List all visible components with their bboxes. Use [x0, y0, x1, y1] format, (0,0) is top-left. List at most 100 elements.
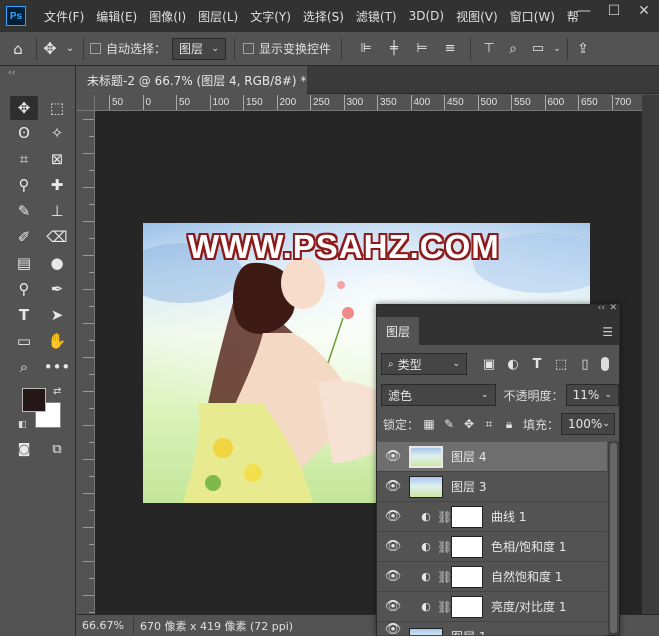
minimize-button[interactable]: — [569, 0, 599, 22]
menu-type[interactable]: 文字(Y) [244, 8, 297, 25]
menu-window[interactable]: 窗口(W) [504, 8, 561, 25]
auto-select-checkbox[interactable]: 自动选择： [90, 40, 166, 57]
layer-name[interactable]: 图层 3 [451, 478, 486, 495]
search-icon[interactable]: ⌕ [501, 41, 525, 57]
menu-edit[interactable]: 编辑(E) [90, 8, 143, 25]
eye-icon[interactable]: 👁︎ [377, 539, 409, 554]
ruler-origin[interactable] [77, 95, 95, 111]
eye-icon[interactable]: 👁︎ [377, 449, 409, 464]
align-left-icon[interactable]: ⊫ [352, 41, 380, 56]
align-right-icon[interactable]: ⊨ [408, 41, 436, 56]
menu-3d[interactable]: 3D(D) [403, 9, 450, 23]
layer-name[interactable]: 自然饱和度 1 [491, 568, 562, 585]
layer-name[interactable]: 色相/饱和度 1 [491, 538, 567, 555]
layer-name[interactable]: 图层 4 [451, 448, 486, 465]
blur-tool-icon[interactable]: ● [43, 251, 71, 275]
quick-mask-icon[interactable]: ◙ [10, 437, 38, 461]
link-icon[interactable]: ⛓︎ [437, 570, 452, 584]
swap-colors-icon[interactable]: ⇄ [53, 386, 61, 397]
horizontal-ruler[interactable]: 50 0 50 100 150 200 250 300 350 400 450 500 550 600 65… [95, 95, 642, 111]
layer-row[interactable]: 👁︎ 图层 3 [377, 472, 607, 502]
document-size[interactable]: 670 像素 x 419 像素 (72 ppi) [133, 617, 293, 634]
link-icon[interactable]: ⛓︎ [437, 600, 452, 614]
photoshop-logo[interactable]: Ps [6, 6, 26, 26]
opacity-input[interactable]: 11% ⌄ [565, 384, 619, 406]
scrollbar-thumb[interactable] [610, 443, 617, 633]
eraser-tool-icon[interactable]: ⌫ [43, 225, 71, 249]
layer-row[interactable]: 👁︎ ◐ ⛓︎ 曲线 1 [377, 502, 607, 532]
pen-tool-icon[interactable]: ✒ [43, 277, 71, 301]
panel-menu-icon[interactable]: ☰ [602, 325, 613, 339]
collapse-panel-icon[interactable]: ‹‹ [598, 303, 605, 313]
layer-thumbnail[interactable] [409, 445, 443, 468]
share-icon[interactable]: ⇪ [572, 41, 594, 57]
layer-mask-thumbnail[interactable] [451, 505, 483, 528]
layer-mask-thumbnail[interactable] [451, 535, 483, 558]
frame-tool-icon[interactable]: ⊠ [43, 147, 71, 171]
vertical-scrollbar[interactable] [642, 95, 659, 614]
menu-view[interactable]: 视图(V) [450, 8, 504, 25]
home-icon[interactable]: ⌂ [0, 40, 36, 58]
document-tab[interactable]: 未标题-2 @ 66.7% (图层 4, RGB/8#) * × [77, 66, 307, 94]
vertical-ruler[interactable] [77, 111, 95, 614]
link-icon[interactable]: ⛓︎ [437, 510, 452, 524]
layers-scrollbar[interactable] [608, 441, 619, 635]
gradient-tool-icon[interactable]: ▤ [10, 251, 38, 275]
menu-layer[interactable]: 图层(L) [192, 8, 244, 25]
layer-mask-thumbnail[interactable] [451, 565, 483, 588]
zoom-tool-icon[interactable]: ⌕ [10, 355, 38, 379]
healing-brush-tool-icon[interactable]: ✚ [43, 173, 71, 197]
auto-select-dropdown[interactable]: 图层 ⌄ [172, 37, 227, 60]
blend-mode-dropdown[interactable]: 滤色 ⌄ [381, 384, 496, 406]
menu-file[interactable]: 文件(F) [38, 8, 90, 25]
align-top-icon[interactable]: ⊤ [477, 41, 501, 56]
maximize-button[interactable]: ☐ [599, 0, 629, 22]
path-selection-tool-icon[interactable]: ➤ [43, 303, 71, 327]
menu-image[interactable]: 图像(I) [143, 8, 192, 25]
history-brush-tool-icon[interactable]: ✐ [10, 225, 38, 249]
menu-select[interactable]: 选择(S) [297, 8, 350, 25]
clone-stamp-tool-icon[interactable]: ⊥ [43, 199, 71, 223]
layer-row[interactable]: 👁︎ 图层 1 [377, 622, 607, 636]
menu-filter[interactable]: 滤镜(T) [350, 8, 403, 25]
eye-icon[interactable]: 👁︎ [377, 509, 409, 524]
filter-shape-icon[interactable]: ⬚ [551, 357, 571, 372]
link-icon[interactable]: ⛓︎ [437, 540, 452, 554]
screen-mode-icon[interactable]: ⧉ [43, 437, 71, 461]
default-colors-icon[interactable]: ◧ [18, 420, 27, 430]
eye-icon[interactable]: 👁︎ [377, 622, 409, 635]
lasso-tool-icon[interactable]: ʘ [10, 121, 38, 145]
show-transform-checkbox[interactable]: 显示变换控件 [243, 40, 331, 57]
lock-position-icon[interactable]: ✥ [459, 417, 479, 431]
layer-mask-thumbnail[interactable] [451, 595, 483, 618]
tab-layers[interactable]: 图层 [377, 317, 419, 345]
move-tool-icon[interactable]: ✥ [37, 39, 63, 58]
distribute-icon[interactable]: ≡ [436, 41, 464, 56]
chevron-down-icon[interactable]: ⌄ [551, 44, 563, 54]
eyedropper-tool-icon[interactable]: ⚲ [10, 173, 38, 197]
layer-name[interactable]: 亮度/对比度 1 [491, 598, 567, 615]
lock-artboard-icon[interactable]: ⌗ [479, 417, 499, 432]
layer-row[interactable]: 👁︎ ◐ ⛓︎ 色相/饱和度 1 [377, 532, 607, 562]
more-tools-icon[interactable]: ••• [43, 355, 71, 379]
fill-input[interactable]: 100% ⌄ [561, 413, 616, 435]
hand-tool-icon[interactable]: ✋ [43, 329, 71, 353]
eye-icon[interactable]: 👁︎ [377, 479, 409, 494]
close-panel-icon[interactable]: ✕ [609, 303, 617, 313]
move-tool-icon[interactable]: ✥ [10, 96, 38, 120]
rectangle-tool-icon[interactable]: ▭ [10, 329, 38, 353]
lock-pixels-icon[interactable]: ✎ [439, 417, 459, 431]
zoom-level[interactable]: 66.67% [77, 619, 133, 632]
eye-icon[interactable]: 👁︎ [377, 599, 409, 614]
layer-thumbnail[interactable] [409, 475, 443, 498]
layer-name[interactable]: 图层 1 [451, 628, 486, 635]
eye-icon[interactable]: 👁︎ [377, 569, 409, 584]
brush-tool-icon[interactable]: ✎ [10, 199, 38, 223]
workspace-icon[interactable]: ▭ [525, 41, 551, 56]
dodge-tool-icon[interactable]: ⚲ [10, 277, 38, 301]
layer-row[interactable]: 👁︎ ◐ ⛓︎ 自然饱和度 1 [377, 562, 607, 592]
filter-smart-object-icon[interactable]: ▯ [575, 357, 595, 372]
collapse-panel-icon[interactable]: ‹‹ [8, 68, 15, 78]
magic-wand-tool-icon[interactable]: ✧ [43, 121, 71, 145]
layer-row[interactable]: 👁︎ ◐ ⛓︎ 亮度/对比度 1 [377, 592, 607, 622]
